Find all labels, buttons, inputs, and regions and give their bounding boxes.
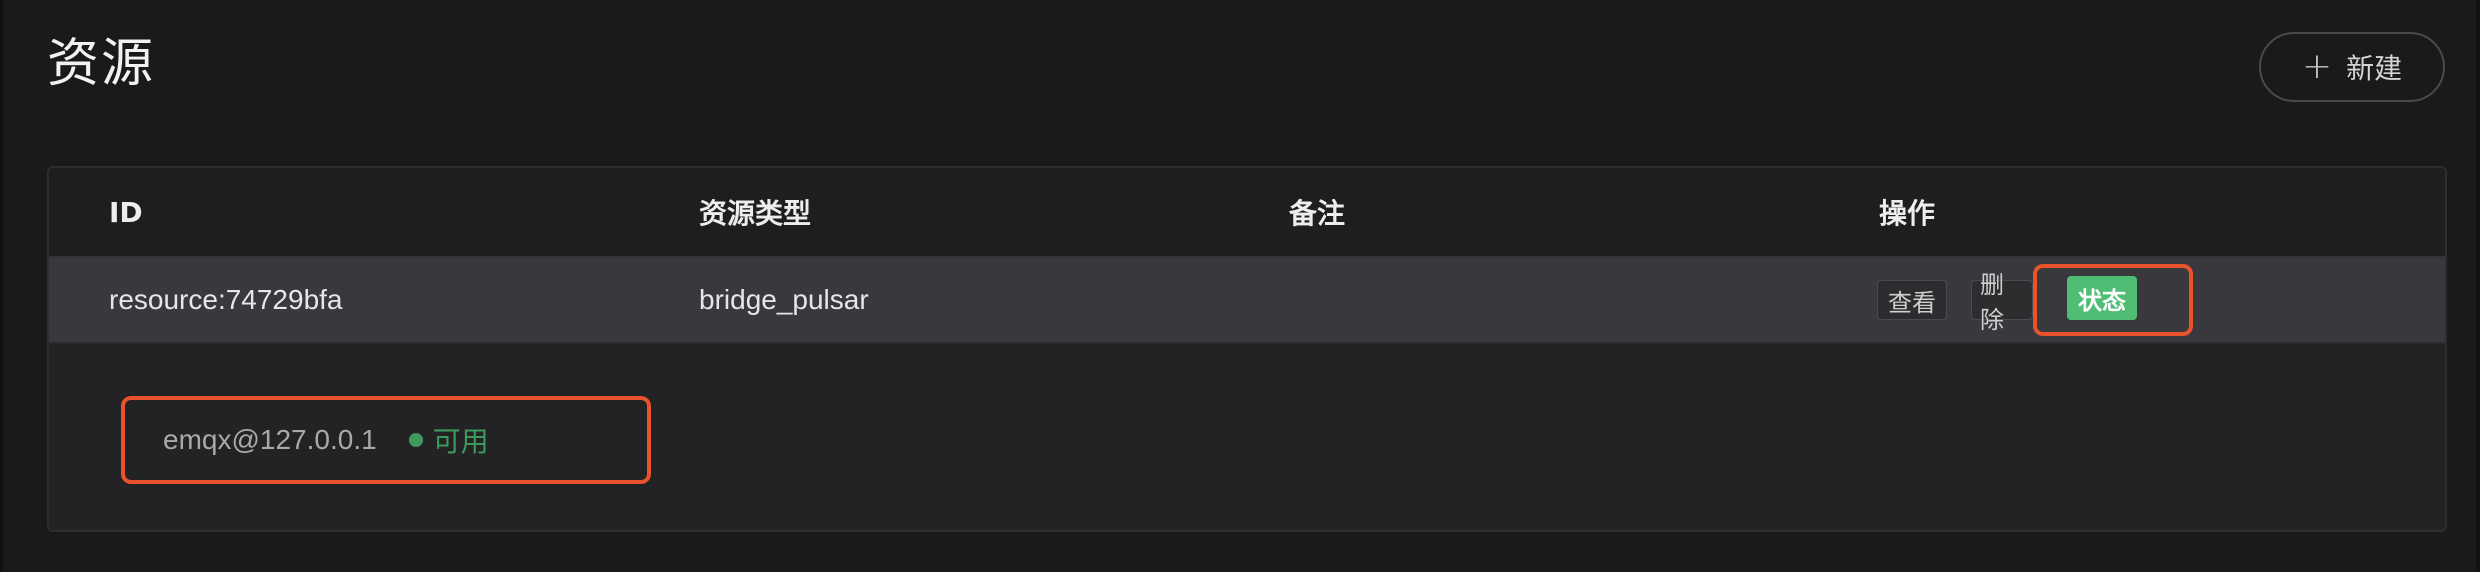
page-frame: 资源 + 新建 ID 资源类型 备注 操作 resource:74729bfa … [3, 0, 2476, 572]
delete-button[interactable]: 删除 [1971, 271, 2033, 334]
node-status-highlight [121, 396, 651, 484]
table-row[interactable]: resource:74729bfa bridge_pulsar 查看 删除 状态 [49, 258, 2445, 344]
column-header-note: 备注 [1289, 197, 1346, 230]
status-button-highlight [2033, 264, 2193, 336]
cell-resource-type: bridge_pulsar [699, 284, 869, 315]
new-button-label: 新建 [2346, 52, 2403, 85]
view-button[interactable]: 查看 [1877, 280, 1947, 320]
page-title: 资源 [47, 34, 156, 94]
cell-resource-id: resource:74729bfa [109, 284, 343, 315]
new-resource-button[interactable]: + 新建 [2259, 32, 2445, 102]
column-header-actions: 操作 [1879, 197, 1936, 230]
column-header-type: 资源类型 [699, 197, 812, 230]
column-header-id: ID [109, 195, 143, 229]
resources-table: ID 资源类型 备注 操作 resource:74729bfa bridge_p… [47, 166, 2447, 532]
expanded-status-panel: emqx@127.0.0.1 可用 [49, 344, 2445, 530]
table-header: ID 资源类型 备注 操作 [49, 168, 2445, 258]
plus-icon: + [2301, 46, 2333, 87]
